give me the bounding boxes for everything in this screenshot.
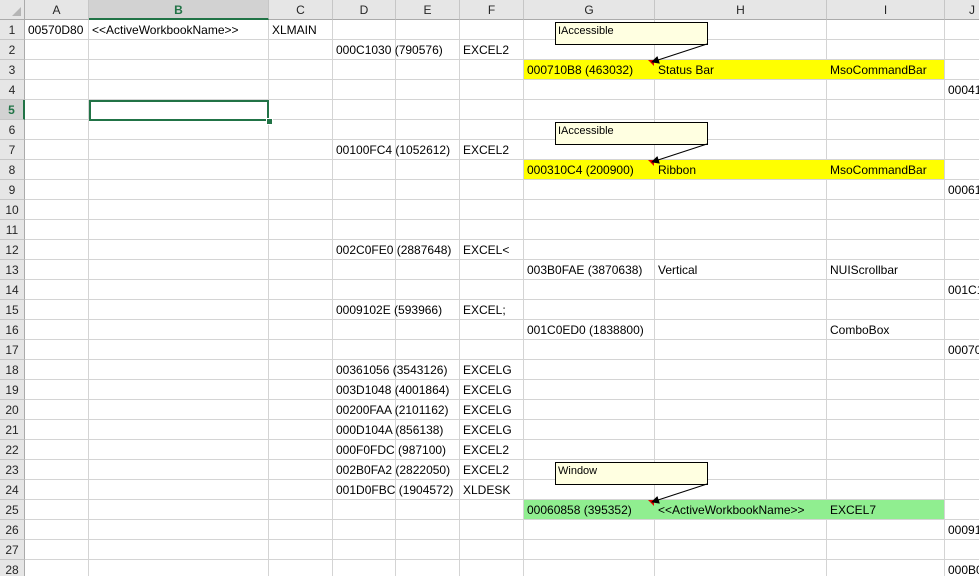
row-header-6[interactable]: 6 (0, 120, 25, 140)
select-all-button[interactable] (0, 0, 25, 20)
comment-arrow-line (651, 143, 708, 164)
row-header-24[interactable]: 24 (0, 480, 25, 500)
row-header-5[interactable]: 5 (0, 100, 25, 120)
row-header-18[interactable]: 18 (0, 360, 25, 380)
row-header-26[interactable]: 26 (0, 520, 25, 540)
comment-arrow-line (651, 483, 708, 504)
row-header-25[interactable]: 25 (0, 500, 25, 520)
select-all-triangle-icon (12, 7, 21, 16)
column-header-a[interactable]: A (25, 0, 89, 20)
row-header-4[interactable]: 4 (0, 80, 25, 100)
comment-arrows (651, 43, 708, 504)
row-header-2[interactable]: 2 (0, 40, 25, 60)
column-header-g[interactable]: G (524, 0, 655, 20)
row-header-3[interactable]: 3 (0, 60, 25, 80)
row-header-15[interactable]: 15 (0, 300, 25, 320)
column-header-e[interactable]: E (396, 0, 460, 20)
row-header-21[interactable]: 21 (0, 420, 25, 440)
row-header-22[interactable]: 22 (0, 440, 25, 460)
column-header-h[interactable]: H (655, 0, 827, 20)
row-header-13[interactable]: 13 (0, 260, 25, 280)
comment-arrow-line (651, 43, 708, 64)
row-header-16[interactable]: 16 (0, 320, 25, 340)
row-header-9[interactable]: 9 (0, 180, 25, 200)
row-header-20[interactable]: 20 (0, 400, 25, 420)
row-header-12[interactable]: 12 (0, 240, 25, 260)
row-header-27[interactable]: 27 (0, 540, 25, 560)
column-header-d[interactable]: D (333, 0, 396, 20)
spreadsheet-grid[interactable]: 00570D80 <<ActiveWorkbookName>> XLMAIN 000C… (0, 0, 979, 576)
column-header-i[interactable]: I (827, 0, 945, 20)
row-header-11[interactable]: 11 (0, 220, 25, 240)
row-header-23[interactable]: 23 (0, 460, 25, 480)
column-header-c[interactable]: C (269, 0, 333, 20)
row-header-17[interactable]: 17 (0, 340, 25, 360)
active-cell-selection[interactable] (89, 100, 269, 121)
row-header-10[interactable]: 10 (0, 200, 25, 220)
column-header-j[interactable]: J (945, 0, 979, 20)
row-header-7[interactable]: 7 (0, 140, 25, 160)
fill-handle[interactable] (266, 118, 273, 125)
row-header-8[interactable]: 8 (0, 160, 25, 180)
row-header-14[interactable]: 14 (0, 280, 25, 300)
row-header-1[interactable]: 1 (0, 20, 25, 40)
row-header-28[interactable]: 28 (0, 560, 25, 576)
row-header-19[interactable]: 19 (0, 380, 25, 400)
column-header-b[interactable]: B (89, 0, 269, 20)
column-header-f[interactable]: F (460, 0, 524, 20)
